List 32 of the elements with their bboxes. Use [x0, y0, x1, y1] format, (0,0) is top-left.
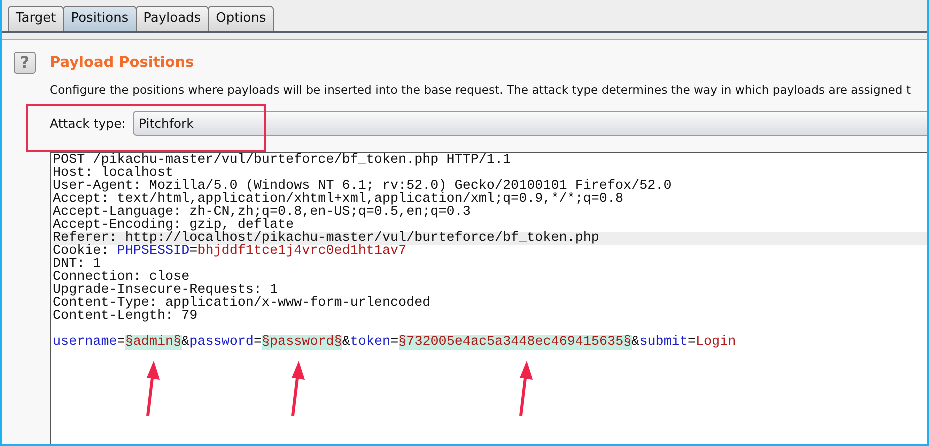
- tab[interactable]: Positions: [63, 6, 137, 31]
- payload-marker: §732005e4ac5a3448ec469415635§: [398, 335, 632, 350]
- request-text: =: [688, 335, 696, 350]
- parameter-value: bhjddf1tce1j4vrc0ed1ht1av7: [198, 244, 407, 259]
- request-text: &: [182, 335, 190, 350]
- request-text: =: [190, 244, 198, 259]
- request-text: DNT: 1: [53, 257, 102, 272]
- payload-marker: §password§: [262, 335, 342, 350]
- help-button[interactable]: ?: [14, 52, 36, 74]
- tab[interactable]: Payloads: [136, 6, 210, 31]
- request-text: Content-Length: 79: [53, 309, 198, 324]
- request-text: Cookie:: [53, 244, 110, 259]
- request-text: Host: localhost: [53, 166, 174, 181]
- parameter-name: username: [53, 335, 118, 350]
- payload-marker: §admin§: [125, 335, 182, 350]
- section-title: Payload Positions: [50, 55, 194, 71]
- parameter-name: submit: [640, 335, 688, 350]
- request-editor[interactable]: [50, 152, 927, 444]
- tab[interactable]: Target: [8, 6, 64, 31]
- request-text: =: [390, 335, 399, 350]
- request-text: &: [342, 335, 350, 350]
- section-description: Configure the positions where payloads will be inserted into the base request. The attack type determines the way in which payloads are assigned t: [50, 83, 912, 97]
- parameter-value: Login: [696, 335, 736, 350]
- request-text: =: [117, 335, 126, 350]
- attack-type-label: Attack type:: [50, 116, 126, 131]
- request-text: =: [254, 335, 262, 350]
- parameter-name: PHPSESSID: [117, 244, 190, 259]
- parameter-name: password: [190, 335, 254, 350]
- attack-type-dropdown[interactable]: Pitchfork: [133, 111, 927, 136]
- request-text: &: [632, 335, 640, 350]
- tab[interactable]: Options: [208, 6, 274, 31]
- parameter-name: token: [350, 335, 391, 350]
